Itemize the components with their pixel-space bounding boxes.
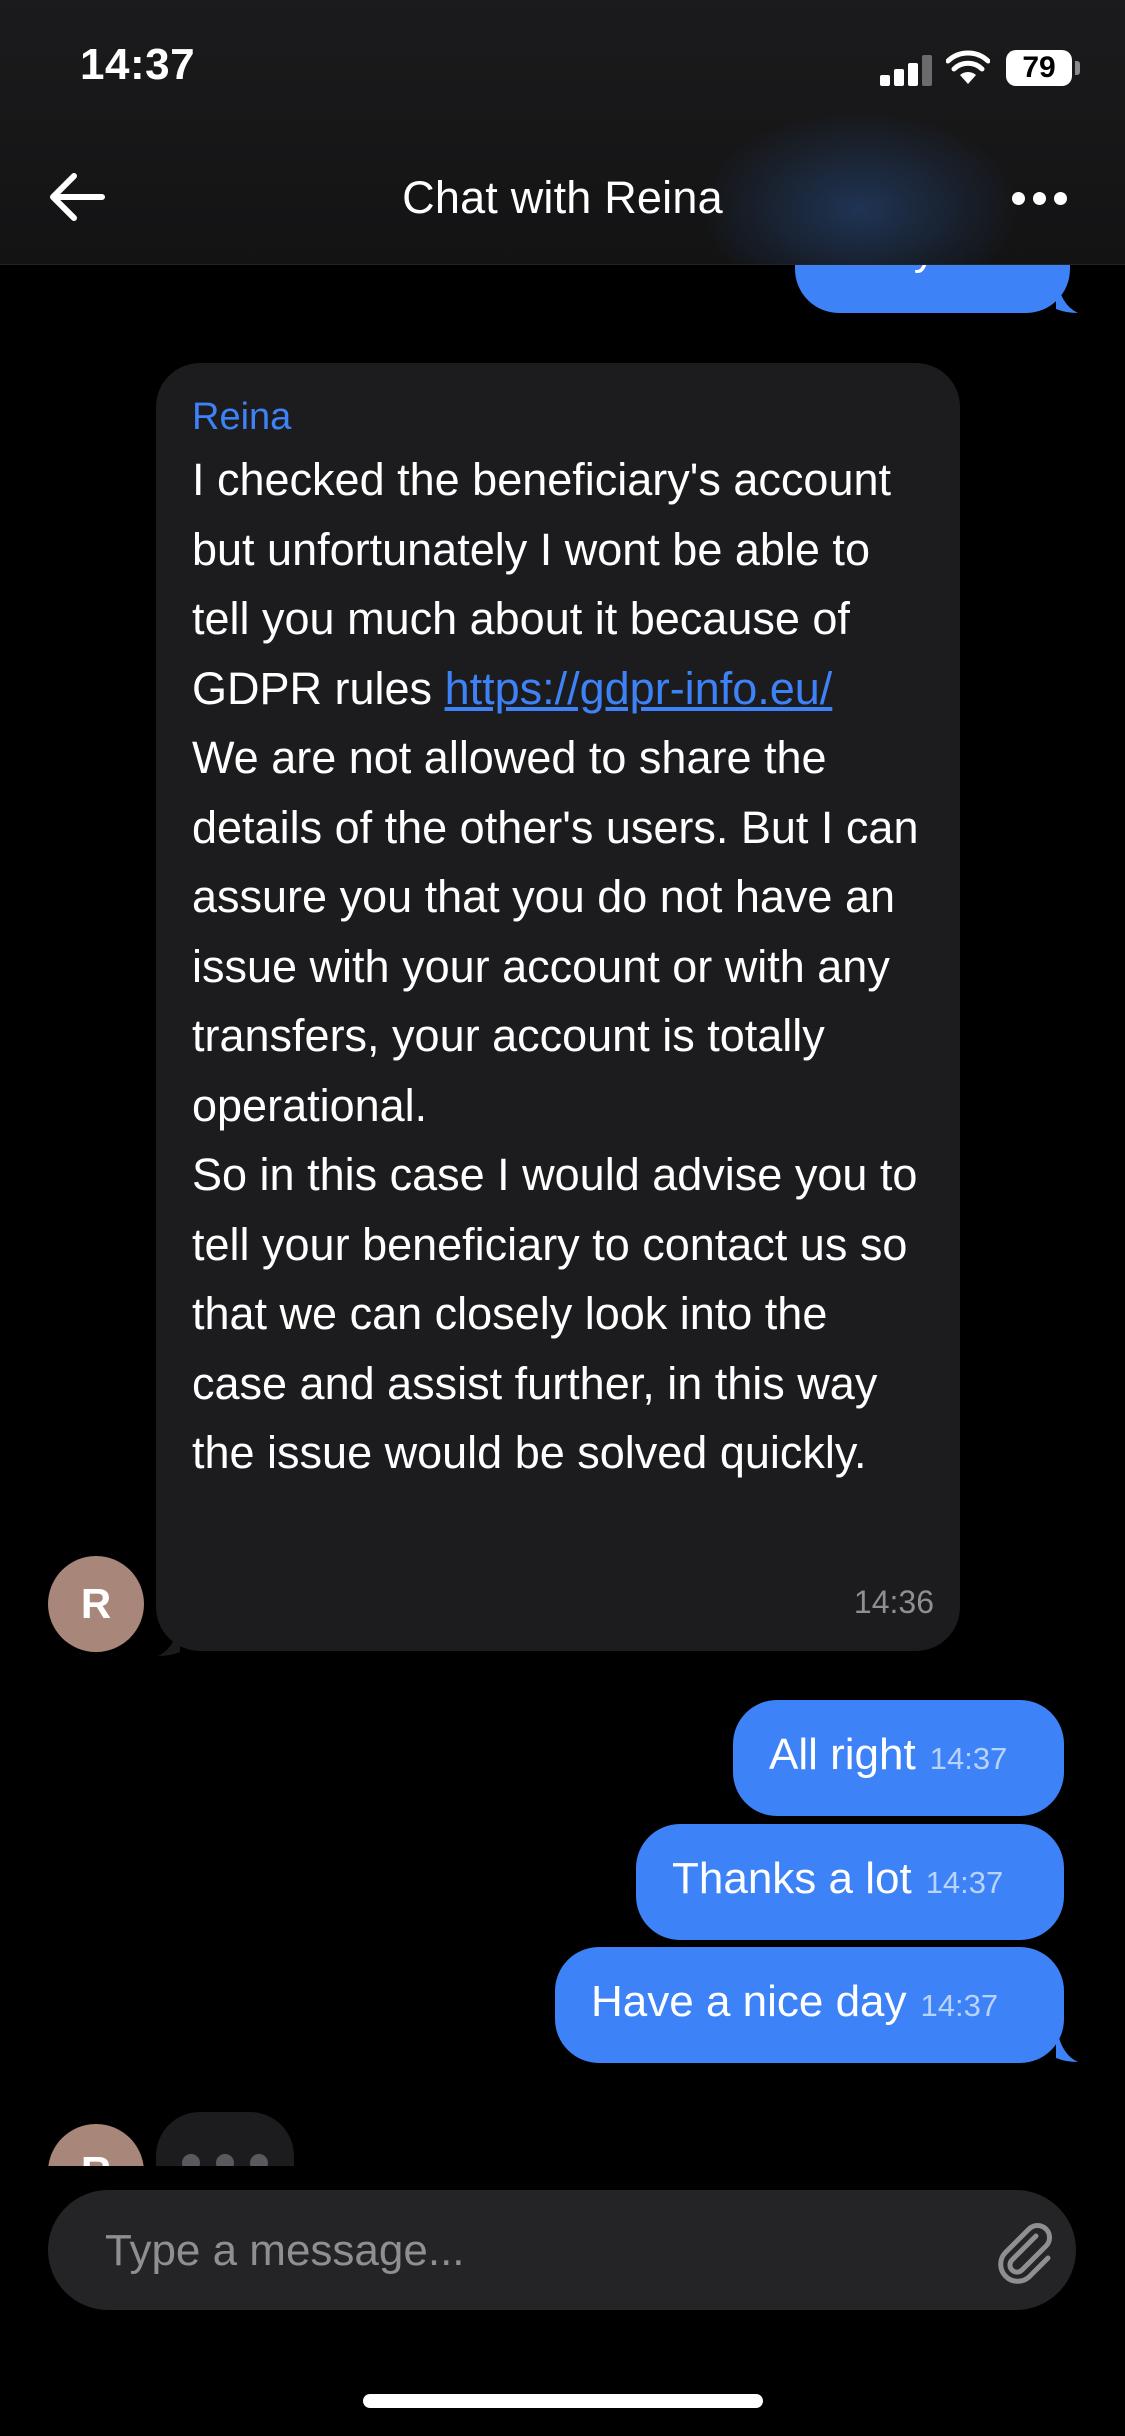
battery-cap <box>1075 61 1080 75</box>
message-bubble-outgoing[interactable]: Have a nice day 14:37 <box>555 1947 1064 2063</box>
chat-area[interactable]: Okay14:32 Reina I checked the beneficiar… <box>0 0 1125 2170</box>
message-text: Have a nice day <box>591 1977 907 2026</box>
home-indicator[interactable] <box>363 2394 763 2408</box>
message-bubble-outgoing[interactable]: Thanks a lot 14:37 <box>636 1824 1064 1940</box>
message-bubble-incoming[interactable]: Reina I checked the beneficiary's accoun… <box>156 363 960 1651</box>
avatar[interactable]: R <box>48 1556 144 1652</box>
message-time: 14:37 <box>925 1865 1004 1900</box>
header: 14:37 79 Chat with Reina <box>0 0 1125 265</box>
message-text: All right <box>769 1730 916 1779</box>
paperclip-icon[interactable] <box>988 2214 1060 2286</box>
signal-icon <box>880 54 932 86</box>
message-text-part: We are not allowed to share the details … <box>192 732 919 1478</box>
avatar[interactable]: R <box>48 2124 144 2170</box>
wifi-icon <box>946 50 990 84</box>
message-sender: Reina <box>192 396 292 438</box>
page-title: Chat with Reina <box>402 172 723 223</box>
message-time: 14:37 <box>929 1741 1008 1776</box>
message-time: 14:37 <box>920 1988 999 2023</box>
bubble-tail <box>1056 275 1078 313</box>
message-composer <box>48 2190 1076 2312</box>
message-text: I checked the beneficiary's account but … <box>192 445 924 1488</box>
message-time: 14:36 <box>853 1584 934 1620</box>
typing-indicator <box>156 2112 294 2170</box>
battery-icon: 79 <box>1006 50 1072 86</box>
message-text: Thanks a lot <box>672 1854 912 1903</box>
message-input[interactable] <box>103 2190 987 2312</box>
message-bubble-outgoing[interactable]: All right 14:37 <box>733 1700 1064 1816</box>
bubble-tail <box>158 1618 180 1656</box>
gdpr-link[interactable]: https://gdpr-info.eu/ <box>445 663 833 714</box>
status-time: 14:37 <box>80 40 196 89</box>
more-options-icon[interactable] <box>1000 172 1080 222</box>
bubble-tail <box>1056 2024 1078 2062</box>
